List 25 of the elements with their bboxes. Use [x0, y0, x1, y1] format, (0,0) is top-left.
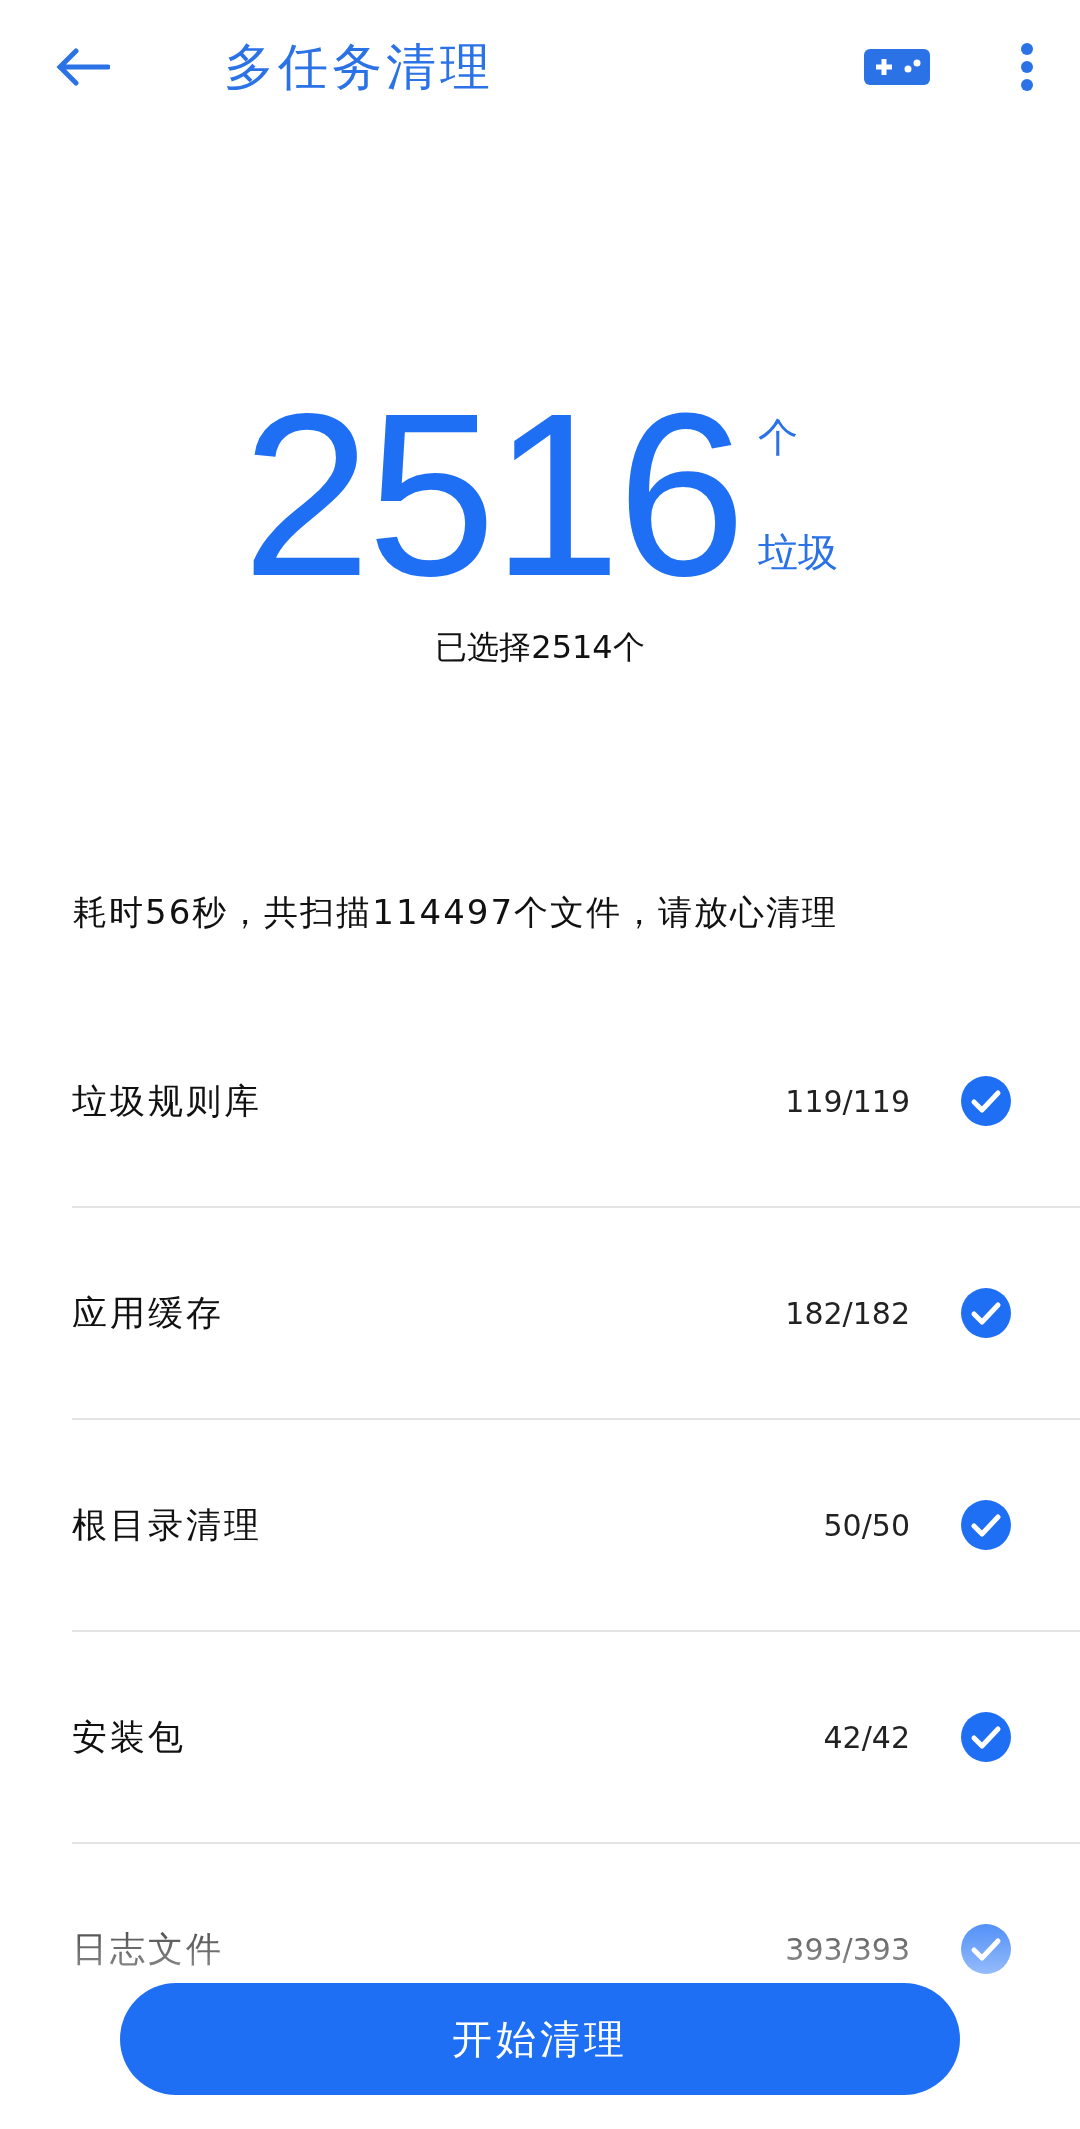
start-cleanup-button[interactable]: 开始清理 [120, 1983, 960, 2095]
category-name: 应用缓存 [72, 1291, 225, 1335]
category-name: 安装包 [72, 1715, 187, 1759]
item-count: 182/182 [785, 1295, 910, 1331]
item-count: 393/393 [785, 1931, 910, 1967]
checked-icon[interactable] [960, 1499, 1012, 1551]
checked-icon[interactable] [960, 1287, 1012, 1339]
gamepad-icon[interactable] [864, 49, 930, 85]
category-name: 根目录清理 [72, 1503, 263, 1547]
count-unit: 个 [758, 413, 800, 462]
page-title: 多任务清理 [224, 36, 495, 98]
more-menu-icon[interactable] [1020, 42, 1034, 92]
selected-count: 已选择2514个 [434, 627, 646, 668]
item-count: 42/42 [823, 1719, 910, 1755]
category-name: 日志文件 [72, 1927, 225, 1971]
back-icon[interactable] [54, 47, 110, 87]
scan-info: 耗时56秒，共扫描114497个文件，请放心清理 [73, 891, 840, 934]
checked-icon[interactable] [960, 1075, 1012, 1127]
item-count: 119/119 [785, 1083, 910, 1119]
junk-label: 垃圾 [758, 528, 839, 577]
checked-icon[interactable] [960, 1711, 1012, 1763]
checked-icon[interactable] [960, 1923, 1012, 1975]
category-name: 垃圾规则库 [72, 1079, 263, 1123]
item-count: 50/50 [823, 1507, 910, 1543]
junk-count: 2516 [241, 379, 743, 611]
